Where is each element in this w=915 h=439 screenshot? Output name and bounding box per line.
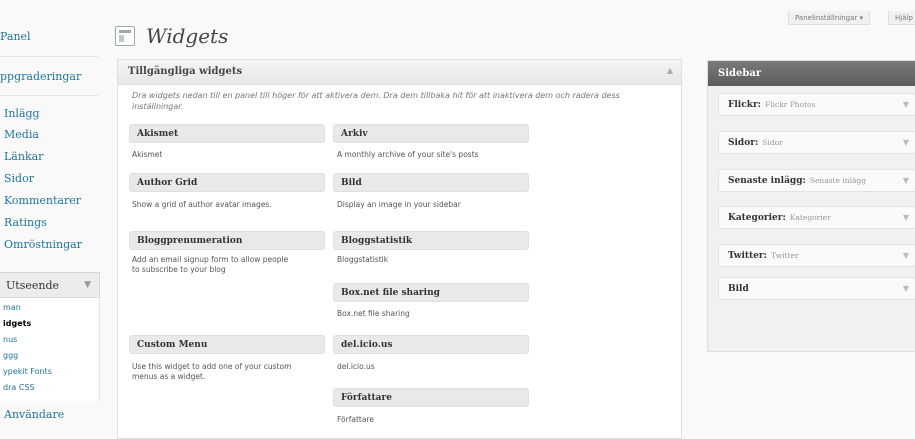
widgets-icon bbox=[115, 26, 135, 46]
menu-item-posts[interactable]: Inlägg bbox=[4, 107, 40, 120]
sidebar-widget-pages[interactable]: Sidor: Sidor ▼ bbox=[718, 131, 915, 154]
menu-item-users[interactable]: Användare bbox=[4, 408, 64, 421]
menu-group-label: Utseende bbox=[6, 279, 59, 292]
widget-title: Arkiv bbox=[341, 129, 368, 139]
widget-description: del.icio.us bbox=[337, 362, 375, 371]
submenu-item-typekit[interactable]: ypekit Fonts bbox=[3, 367, 52, 376]
chevron-down-icon[interactable]: ▼ bbox=[903, 213, 909, 222]
chevron-down-icon[interactable]: ▼ bbox=[903, 176, 909, 185]
widget-title: Akismet bbox=[137, 129, 179, 139]
menu-group-appearance[interactable]: Utseende ▼ bbox=[0, 272, 100, 298]
sidebar-widget-title: Bild bbox=[728, 284, 749, 294]
widget-title: del.icio.us bbox=[341, 340, 393, 350]
sidebar-widget-image[interactable]: Bild ▼ bbox=[718, 277, 915, 300]
sidebar-widget-title: Senaste inlägg: Senaste inlägg bbox=[728, 176, 867, 186]
menu-item-pages[interactable]: Sidor bbox=[4, 172, 34, 185]
widget-title: Custom Menu bbox=[137, 340, 208, 350]
menu-item-media[interactable]: Media bbox=[4, 128, 39, 141]
submenu-item-menus[interactable]: nus bbox=[3, 335, 17, 344]
menu-separator bbox=[0, 56, 98, 57]
widget-title: Author Grid bbox=[137, 178, 198, 188]
widget-author-grid[interactable]: Author Grid bbox=[129, 173, 325, 192]
widget-title: Bild bbox=[341, 178, 362, 188]
sidebar-area-title: Sidebar bbox=[718, 68, 762, 79]
sidebar-widget-categories[interactable]: Kategorier: Kategorier ▼ bbox=[718, 206, 915, 229]
sidebar-widget-title: Sidor: Sidor bbox=[728, 138, 783, 148]
page-title: Widgets bbox=[146, 24, 229, 48]
available-widgets-panel: Tillgängliga widgets ▲ Dra widgets nedan… bbox=[117, 59, 682, 439]
widget-title: Bloggstatistik bbox=[341, 236, 413, 246]
widget-blog-subscription[interactable]: Bloggprenumeration bbox=[129, 231, 325, 250]
submenu-item-background[interactable]: ggg bbox=[3, 351, 18, 360]
widget-description: Use this widget to add one of your custo… bbox=[132, 362, 292, 381]
widget-description: Show a grid of author avatar images. bbox=[132, 200, 272, 209]
chevron-down-icon[interactable]: ▼ bbox=[903, 284, 909, 293]
widget-boxnet[interactable]: Box.net file sharing bbox=[333, 283, 529, 302]
submenu-item-css[interactable]: dra CSS bbox=[3, 383, 35, 392]
widget-title: Bloggprenumeration bbox=[137, 236, 243, 246]
widget-description: A monthly archive of your site's posts bbox=[337, 150, 479, 159]
widget-blog-stats[interactable]: Bloggstatistik bbox=[333, 231, 529, 250]
sidebar-widget-title: Flickr: Flickr Photos bbox=[728, 100, 816, 110]
widget-description: Författare bbox=[337, 415, 374, 424]
widget-description: Display an image in your sidebar bbox=[337, 200, 461, 209]
screen-options-button[interactable]: Panelinställningar ▾ bbox=[788, 11, 871, 25]
menu-item-ratings[interactable]: Ratings bbox=[4, 216, 47, 229]
appearance-submenu: man idgets nus ggg ypekit Fonts dra CSS bbox=[0, 298, 100, 401]
admin-menu: Panel ppgraderingar Inlägg Media Länkar … bbox=[0, 0, 100, 426]
sidebar-widget-recent-posts[interactable]: Senaste inlägg: Senaste inlägg ▼ bbox=[718, 169, 915, 192]
available-widgets-title: Tillgängliga widgets bbox=[128, 66, 243, 77]
sidebar-area-header[interactable]: Sidebar bbox=[708, 61, 915, 86]
widget-description: Bloggstatistik bbox=[337, 255, 389, 264]
menu-item-upgrades[interactable]: ppgraderingar bbox=[0, 70, 81, 83]
menu-item-links[interactable]: Länkar bbox=[4, 150, 43, 163]
help-button[interactable]: Hjälp bbox=[888, 11, 915, 25]
available-widgets-header[interactable]: Tillgängliga widgets ▲ bbox=[118, 60, 681, 85]
widget-description: Box.net file sharing bbox=[337, 309, 410, 318]
submenu-item-themes[interactable]: man bbox=[3, 303, 21, 312]
menu-item-panel[interactable]: Panel bbox=[0, 30, 31, 43]
menu-item-polls[interactable]: Omröstningar bbox=[4, 238, 82, 251]
submenu-item-widgets[interactable]: idgets bbox=[3, 319, 31, 328]
menu-separator bbox=[0, 95, 98, 96]
sidebar-widget-title: Kategorier: Kategorier bbox=[728, 213, 831, 223]
widget-description: Akismet bbox=[132, 150, 163, 159]
widget-image[interactable]: Bild bbox=[333, 173, 529, 192]
widget-title: Författare bbox=[341, 393, 392, 403]
widget-title: Box.net file sharing bbox=[341, 288, 440, 298]
chevron-down-icon[interactable]: ▼ bbox=[84, 280, 91, 290]
available-widgets-description: Dra widgets nedan till en panel till hög… bbox=[132, 91, 620, 111]
widget-custom-menu[interactable]: Custom Menu bbox=[129, 335, 325, 354]
widget-archive[interactable]: Arkiv bbox=[333, 124, 529, 143]
chevron-down-icon[interactable]: ▼ bbox=[903, 100, 909, 109]
widget-akismet[interactable]: Akismet bbox=[129, 124, 325, 143]
sidebar-widget-title: Twitter: Twitter bbox=[728, 251, 799, 261]
sidebar-widget-area: Sidebar Flickr: Flickr Photos ▼ Sidor: Sid… bbox=[707, 60, 915, 352]
chevron-down-icon[interactable]: ▼ bbox=[903, 138, 909, 147]
menu-item-comments[interactable]: Kommentarer bbox=[4, 194, 81, 207]
collapse-arrow-icon[interactable]: ▲ bbox=[667, 66, 673, 75]
sidebar-widget-twitter[interactable]: Twitter: Twitter ▼ bbox=[718, 244, 915, 267]
chevron-down-icon[interactable]: ▼ bbox=[903, 251, 909, 260]
sidebar-widget-flickr[interactable]: Flickr: Flickr Photos ▼ bbox=[718, 93, 915, 116]
widget-description: Add an email signup form to allow people… bbox=[132, 255, 289, 274]
widget-author[interactable]: Författare bbox=[333, 388, 529, 407]
widget-delicious[interactable]: del.icio.us bbox=[333, 335, 529, 354]
